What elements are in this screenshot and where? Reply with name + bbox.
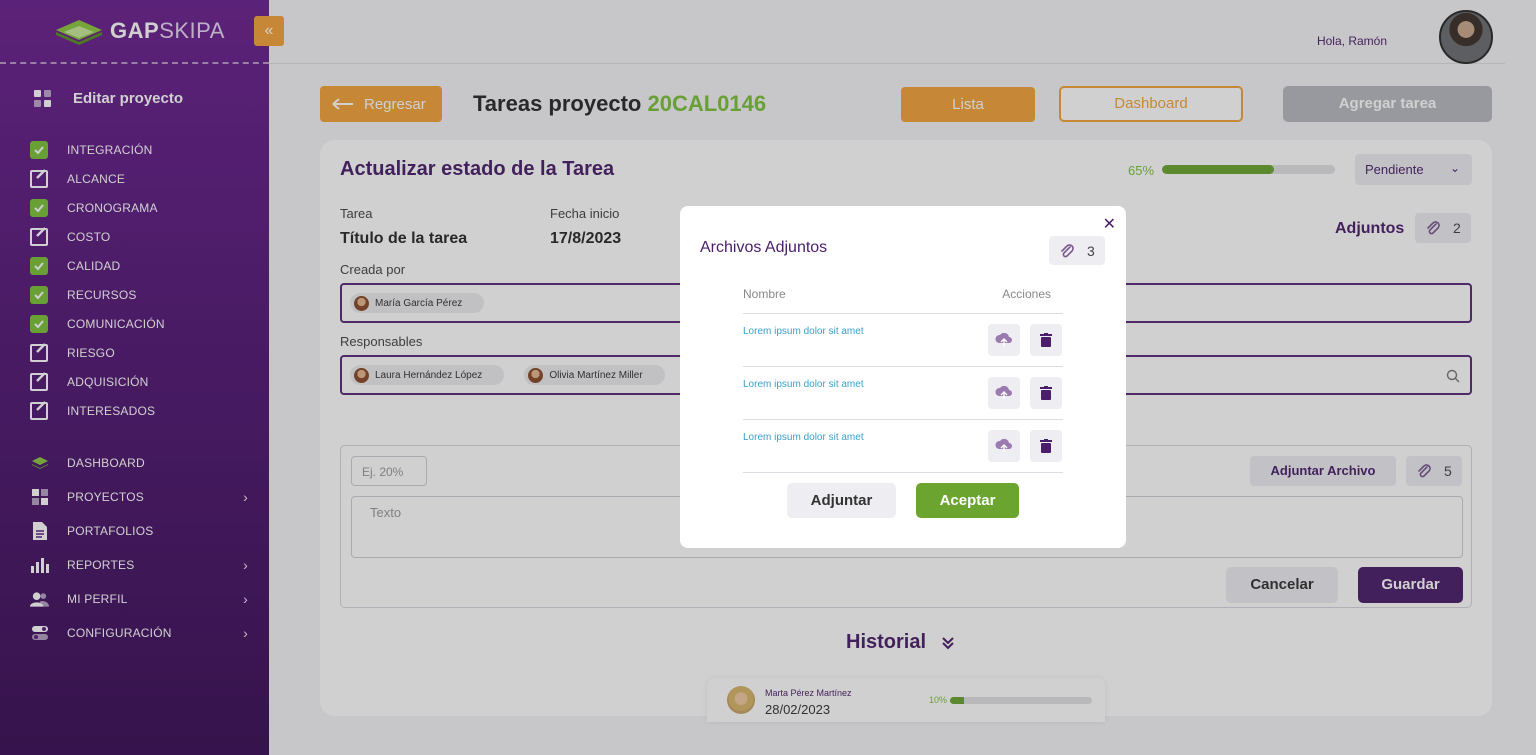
file-name-link[interactable]: Lorem ipsum dolor sit amet: [743, 326, 864, 337]
file-row: Lorem ipsum dolor sit amet: [743, 420, 1063, 473]
attachments-modal: ✕ Archivos Adjuntos 3 Nombre Acciones Lo…: [680, 206, 1126, 548]
file-row: Lorem ipsum dolor sit amet: [743, 314, 1063, 367]
modal-count-value: 3: [1087, 242, 1095, 259]
file-name-link[interactable]: Lorem ipsum dolor sit amet: [743, 432, 864, 443]
trash-icon[interactable]: [1030, 430, 1062, 462]
file-row: Lorem ipsum dolor sit amet: [743, 367, 1063, 420]
download-cloud-icon[interactable]: [988, 430, 1020, 462]
trash-icon[interactable]: [1030, 377, 1062, 409]
download-cloud-icon[interactable]: [988, 377, 1020, 409]
column-name-header: Nombre: [743, 287, 786, 301]
trash-icon[interactable]: [1030, 324, 1062, 356]
modal-title: Archivos Adjuntos: [700, 239, 828, 256]
column-actions-header: Acciones: [1002, 287, 1051, 301]
close-icon[interactable]: ✕: [1103, 214, 1116, 234]
modal-attachments-count: 3: [1049, 236, 1105, 265]
file-name-link[interactable]: Lorem ipsum dolor sit amet: [743, 379, 864, 390]
modal-attach-button[interactable]: Adjuntar: [787, 483, 896, 518]
files-table-header: Nombre Acciones: [743, 287, 1063, 314]
download-cloud-icon[interactable]: [988, 324, 1020, 356]
modal-accept-button[interactable]: Aceptar: [916, 483, 1019, 518]
paperclip-icon: [1061, 243, 1074, 257]
